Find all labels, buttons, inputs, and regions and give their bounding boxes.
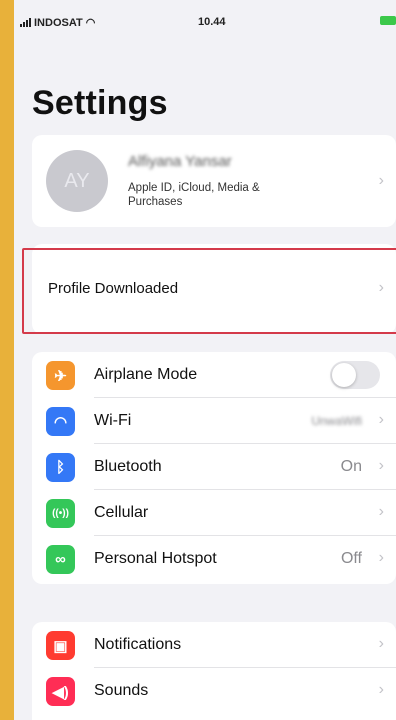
bluetooth-icon: ᛒ (46, 453, 75, 482)
status-left: INDOSAT ◠ (20, 16, 95, 29)
row-label: Wi-Fi (94, 412, 132, 429)
chevron-right-icon: › (378, 503, 384, 520)
sounds-icon: ◀) (46, 677, 75, 706)
profile-subtitle: Apple ID, iCloud, Media & Purchases (128, 182, 260, 208)
wifi-network-value: UnwaWifi (311, 414, 362, 428)
row-label: Notifications (94, 636, 182, 653)
highlight-box (22, 248, 396, 334)
bluetooth-value: On (340, 458, 362, 475)
airplane-mode-row[interactable]: ✈ Airplane Mode (32, 352, 396, 398)
page-title: Settings (32, 84, 168, 122)
chevron-right-icon: › (378, 457, 384, 474)
bluetooth-row[interactable]: ᛒ Bluetooth On › (32, 444, 396, 490)
airplane-icon: ✈ (46, 361, 75, 390)
cellular-row[interactable]: ((•)) Cellular › (32, 490, 396, 536)
row-label: Sounds (94, 682, 149, 699)
hotspot-icon: ∞ (46, 545, 75, 574)
chevron-right-icon: › (378, 411, 384, 428)
row-label: Personal Hotspot (94, 550, 217, 567)
carrier-label: INDOSAT (34, 16, 83, 29)
settings-screen: INDOSAT ◠ 10.44 Settings AY Alfiyana Yan… (14, 0, 396, 720)
wifi-icon: ◠ (46, 407, 75, 436)
connectivity-group: ✈ Airplane Mode ◠ Wi-Fi UnwaWifi › ᛒ Blu… (32, 352, 396, 584)
profile-name: Alfiyana Yansar (128, 153, 232, 170)
sounds-row[interactable]: ◀) Sounds › (32, 668, 396, 714)
cellular-icon: ((•)) (46, 499, 75, 528)
wifi-row[interactable]: ◠ Wi-Fi UnwaWifi › (32, 398, 396, 444)
avatar: AY (46, 150, 108, 212)
notifications-row[interactable]: ▣ Notifications › (32, 622, 396, 668)
status-time: 10.44 (198, 16, 226, 28)
row-label: Airplane Mode (94, 366, 198, 383)
signal-icon (20, 18, 31, 27)
wifi-status-icon: ◠ (85, 17, 96, 29)
row-label: Cellular (94, 504, 149, 521)
hotspot-value: Off (340, 550, 362, 567)
airplane-mode-toggle[interactable] (330, 361, 380, 389)
notifications-icon: ▣ (46, 631, 75, 660)
chevron-right-icon: › (378, 635, 384, 652)
chevron-right-icon: › (378, 172, 384, 189)
chevron-right-icon: › (378, 549, 384, 566)
battery-icon (380, 16, 396, 25)
notifications-group: ▣ Notifications › ◀) Sounds › (32, 622, 396, 720)
row-label: Bluetooth (94, 458, 162, 475)
chevron-right-icon: › (378, 681, 384, 698)
status-bar: INDOSAT ◠ 10.44 (14, 0, 396, 44)
personal-hotspot-row[interactable]: ∞ Personal Hotspot Off › (32, 536, 396, 582)
apple-id-row[interactable]: AY Alfiyana Yansar Apple ID, iCloud, Med… (32, 135, 396, 227)
toggle-knob (332, 363, 356, 387)
